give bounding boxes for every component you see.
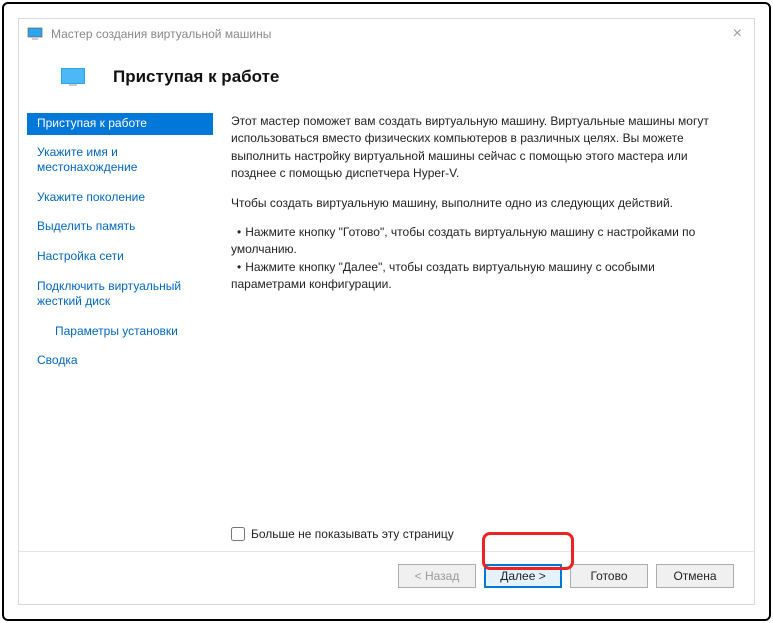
instruction-text: Чтобы создать виртуальную машину, выполн… [231,195,730,212]
wizard-content: Этот мастер поможет вам создать виртуаль… [213,111,746,551]
sidebar-item-getting-started[interactable]: Приступая к работе [27,113,213,135]
page-title: Приступая к работе [113,67,279,87]
back-button: < Назад [398,564,476,588]
bullet-list: Нажмите кнопку "Готово", чтобы создать в… [231,224,730,294]
dont-show-again-row[interactable]: Больше не показывать эту страницу [231,526,730,543]
dont-show-again-label: Больше не показывать эту страницу [251,526,454,543]
sidebar-item-generation[interactable]: Укажите поколение [27,186,213,210]
header-icon [61,68,85,86]
close-button[interactable]: × [729,25,746,43]
cancel-button[interactable]: Отмена [656,564,734,588]
bullet-next: Нажмите кнопку "Далее", чтобы создать ви… [231,259,730,294]
wizard-body: Приступая к работе Укажите имя и местона… [19,111,754,551]
window-title: Мастер создания виртуальной машины [51,27,729,41]
dont-show-again-checkbox[interactable] [231,527,245,541]
wizard-window: Мастер создания виртуальной машины × При… [18,18,755,605]
wizard-footer: < Назад Далее > Готово Отмена [19,551,754,604]
titlebar: Мастер создания виртуальной машины × [19,19,754,49]
sidebar-item-summary[interactable]: Сводка [27,349,213,373]
sidebar-item-name-location[interactable]: Укажите имя и местонахождение [27,141,213,180]
wizard-header: Приступая к работе [19,49,754,111]
app-icon [27,26,43,42]
sidebar-item-install-options[interactable]: Параметры установки [27,320,213,344]
intro-text: Этот мастер поможет вам создать виртуаль… [231,113,730,183]
sidebar-item-memory[interactable]: Выделить память [27,215,213,239]
sidebar-item-hard-disk[interactable]: Подключить виртуальный жесткий диск [27,275,213,314]
sidebar-item-network[interactable]: Настройка сети [27,245,213,269]
next-button[interactable]: Далее > [484,564,562,588]
bullet-finish: Нажмите кнопку "Готово", чтобы создать в… [231,224,730,259]
screenshot-frame: Мастер создания виртуальной машины × При… [2,2,771,621]
wizard-sidebar: Приступая к работе Укажите имя и местона… [27,111,213,551]
finish-button[interactable]: Готово [570,564,648,588]
